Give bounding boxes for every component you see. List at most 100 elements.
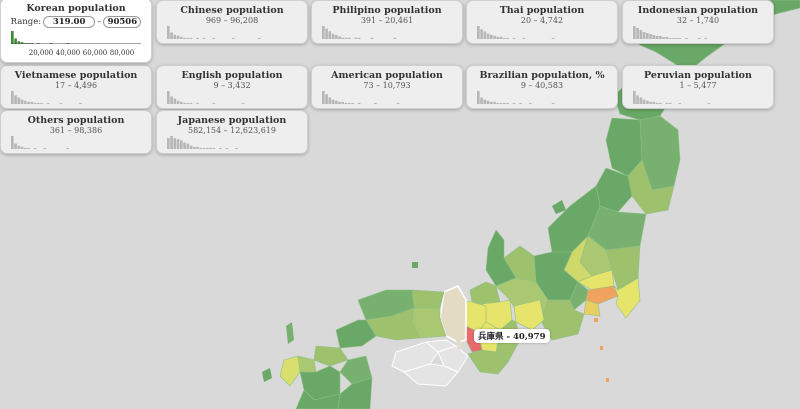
histogram-bar (665, 37, 669, 39)
histogram-bar (646, 33, 649, 39)
histogram-bar (27, 101, 30, 104)
range-row: Range: – (1, 16, 151, 28)
histogram-bar (639, 30, 643, 39)
histogram-bar (486, 33, 490, 39)
tooltip-prefecture-name: 兵庫県 (478, 332, 504, 342)
histogram-bar (43, 147, 47, 149)
filter-card-title: American population (331, 70, 443, 81)
histogram-bar (14, 95, 17, 104)
island-izu-3 (606, 378, 609, 382)
prefecture-nagasaki[interactable] (279, 355, 301, 387)
histogram-bar (235, 147, 238, 149)
histogram-bar (348, 37, 351, 39)
prefecture-fukuoka[interactable] (313, 345, 349, 367)
filter-card-title: Others population (27, 115, 125, 126)
filter-card-title: Thai population (499, 5, 585, 16)
histogram-bar (655, 102, 659, 104)
histogram-bar (183, 142, 186, 149)
histogram-bar (480, 97, 483, 104)
histogram-bar (675, 38, 678, 39)
histogram-bar (331, 33, 335, 39)
filter-card-american[interactable]: American population 73 – 10,793 (311, 65, 463, 109)
histogram-bar (370, 37, 374, 39)
histogram-bar (199, 147, 203, 149)
histogram-bar (374, 102, 377, 104)
filter-card-english[interactable]: English population 9 – 3,432 (156, 65, 308, 109)
histogram-bar (17, 97, 21, 104)
filter-card-vietnamese[interactable]: Vietnamese population 17 – 4,496 (0, 65, 152, 109)
histogram-bar (707, 102, 711, 104)
histogram-bar (193, 146, 196, 149)
histogram (477, 26, 555, 39)
histogram-bar (66, 147, 69, 149)
island-izu-1 (594, 318, 598, 322)
histogram (11, 91, 82, 104)
histogram-bar (338, 36, 341, 39)
histogram-bar (59, 102, 63, 104)
histogram-bar (529, 102, 532, 104)
filter-card-others[interactable]: Others population 361 – 98,386 (0, 110, 152, 154)
range-max-input[interactable] (103, 16, 142, 28)
histogram-bar (11, 31, 14, 44)
histogram-bar (503, 37, 506, 39)
prefecture-tottori[interactable] (411, 289, 445, 309)
histogram-bar (351, 102, 354, 104)
histogram-bar (649, 101, 652, 104)
prefecture-tooltip: 兵庫県 - 40,979 (474, 329, 550, 343)
histogram-bar (665, 102, 669, 104)
histogram-bar (46, 102, 50, 104)
tooltip-value: 40,979 (512, 332, 546, 342)
axis-tick-label: 20,000 (28, 49, 54, 57)
histogram-bar (30, 101, 34, 104)
histogram-bar (180, 36, 183, 39)
filter-card-japanese[interactable]: Japanese population 582,154 – 12,623,619 (156, 110, 308, 154)
histogram-bar (11, 136, 14, 149)
histogram-bar (496, 36, 500, 39)
histogram-bar (322, 26, 325, 39)
histogram-bar (212, 102, 216, 104)
histogram-bar (354, 37, 358, 39)
histogram-bar (170, 32, 173, 39)
histogram-bar (331, 99, 335, 104)
axis-tick-label: 60,000 (82, 49, 108, 57)
histogram-bar (225, 147, 229, 149)
histogram (11, 136, 69, 149)
histogram-bar (490, 34, 493, 39)
filter-card-indonesian[interactable]: Indonesian population 32 – 1,740 (622, 0, 774, 44)
histogram-bar (24, 100, 27, 104)
prefecture-saga[interactable] (297, 355, 317, 373)
histogram-bar (662, 37, 665, 39)
histogram-bar (668, 102, 672, 104)
histogram-bar (37, 102, 40, 104)
filter-card-thai[interactable]: Thai population 20 – 4,742 (466, 0, 618, 44)
histogram-bar (196, 146, 199, 149)
histogram-bar (396, 102, 400, 104)
island-tsushima (286, 322, 294, 344)
histogram-bar (196, 102, 199, 104)
filter-card-peruvian[interactable]: Peruvian population 1 – 5,477 (622, 65, 774, 109)
histogram-bar (633, 91, 636, 104)
filter-card-chinese[interactable]: Chinese population 969 – 96,208 (156, 0, 308, 44)
histogram-bar (338, 101, 341, 104)
histogram-bar (483, 31, 487, 39)
histogram-bar (20, 146, 24, 149)
range-label: Range: (10, 17, 42, 27)
histogram-axis-labels: 20,000 40,000 60,000 80,000 (27, 49, 139, 59)
filter-card-korean[interactable]: Korean population Range: – 20,00040,00060,0… (0, 0, 152, 63)
histogram-bar (79, 102, 82, 104)
filter-card-title: Indonesian population (637, 5, 759, 16)
filter-card-philipino[interactable]: Philipino population 391 – 20,461 (311, 0, 463, 44)
histogram-bar (325, 94, 328, 104)
histogram-bar (477, 91, 480, 104)
histogram-bar (499, 36, 503, 39)
histogram-bar (357, 102, 361, 104)
range-min-input[interactable] (43, 16, 96, 28)
histogram-bar (40, 102, 43, 104)
filter-card-brazilian[interactable]: Brazilian population, % 9 – 40,583 (466, 65, 618, 109)
island-goto (262, 368, 272, 382)
histogram (167, 91, 245, 104)
histogram-bar (698, 38, 701, 39)
histogram-bar (202, 37, 206, 39)
histogram (633, 26, 708, 39)
histogram-bar (480, 29, 483, 39)
